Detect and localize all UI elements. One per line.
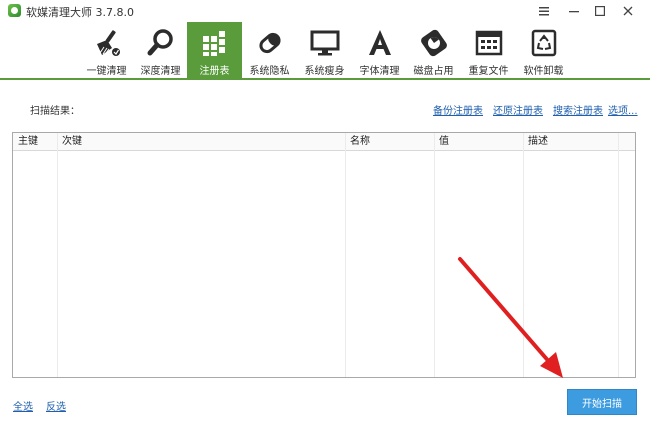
column-header-name[interactable]: 名称 [345,133,370,151]
tool-one-click-clean[interactable]: 一键清理 [79,22,134,78]
invert-select-link[interactable]: 反选 [46,398,66,413]
column-divider [57,133,58,377]
tool-system-privacy[interactable]: 系统隐私 [242,22,297,78]
monitor-icon [309,27,341,59]
duplicate-files-icon [473,27,505,59]
recycle-bin-icon [528,27,560,59]
tool-label: 重复文件 [468,66,509,77]
column-header-sub-key[interactable]: 次键 [57,133,82,151]
column-divider [434,133,435,377]
column-header-main-key[interactable]: 主键 [13,133,38,151]
scan-results-table[interactable]: 主键 次键 名称 值 描述 [12,132,636,378]
tool-label: 磁盘占用 [413,66,454,77]
options-link[interactable]: 选项... [608,102,638,117]
menu-icon[interactable] [530,0,558,22]
tool-deep-clean[interactable]: 深度清理 [133,22,188,78]
eraser-icon [254,27,286,59]
tool-label: 字体清理 [359,66,400,77]
select-all-link[interactable]: 全选 [13,398,33,413]
title-bar: 软媒清理大师 3.7.8.0 [0,0,650,22]
tool-label: 系统瘦身 [304,66,345,77]
tool-label: 系统隐私 [249,66,290,77]
magnifier-icon [145,27,177,59]
registry-grid-icon [199,27,231,59]
broom-icon [91,27,123,59]
tool-duplicate-files[interactable]: 重复文件 [461,22,516,78]
column-divider [618,133,619,377]
restore-registry-link[interactable]: 还原注册表 [493,102,543,117]
tool-disk-usage[interactable]: 磁盘占用 [406,22,461,78]
column-header-value[interactable]: 值 [434,133,449,151]
close-icon[interactable] [614,0,642,22]
tool-label: 软件卸载 [523,66,564,77]
maximize-icon[interactable] [586,0,614,22]
minimize-icon[interactable] [560,0,588,22]
window-title: 软媒清理大师 3.7.8.0 [26,6,134,19]
column-divider [523,133,524,377]
tool-registry[interactable]: 注册表 [187,22,242,78]
tool-font-clean[interactable]: 字体清理 [352,22,407,78]
tool-label: 注册表 [199,66,230,77]
start-scan-button[interactable]: 开始扫描 [567,389,637,415]
tool-system-slim[interactable]: 系统瘦身 [297,22,352,78]
disk-pie-icon [418,27,450,59]
scan-result-label: 扫描结果： [30,106,80,117]
tool-software-uninstall[interactable]: 软件卸载 [516,22,571,78]
font-a-icon [364,27,396,59]
tool-label: 深度清理 [140,66,181,77]
column-header-description[interactable]: 描述 [523,133,548,151]
main-toolbar: 一键清理 深度清理 注册表 系统隐私 系统瘦身 字体清理 磁盘占用 重复文件 软… [0,22,650,80]
table-header: 主键 次键 名称 值 描述 [13,133,635,151]
column-divider [345,133,346,377]
app-logo-icon [8,4,21,17]
tool-label: 一键清理 [86,66,127,77]
backup-registry-link[interactable]: 备份注册表 [433,102,483,117]
search-registry-link[interactable]: 搜索注册表 [553,102,603,117]
